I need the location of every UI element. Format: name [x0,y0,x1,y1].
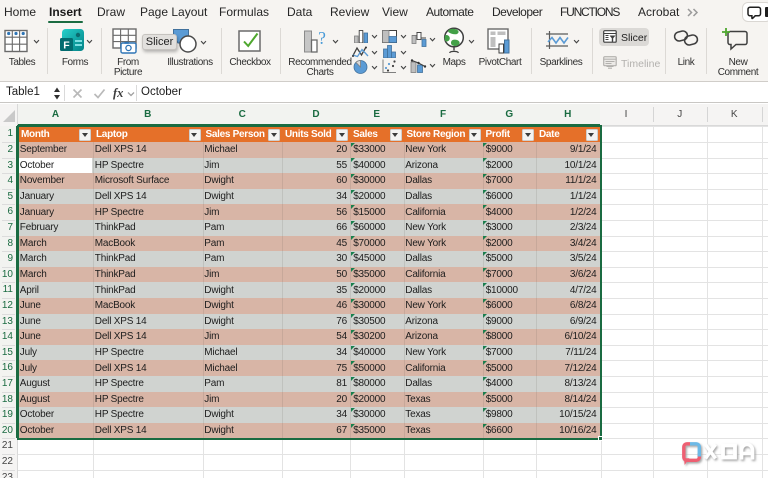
svg-text:?: ? [318,29,326,48]
svg-text:F: F [63,40,70,52]
